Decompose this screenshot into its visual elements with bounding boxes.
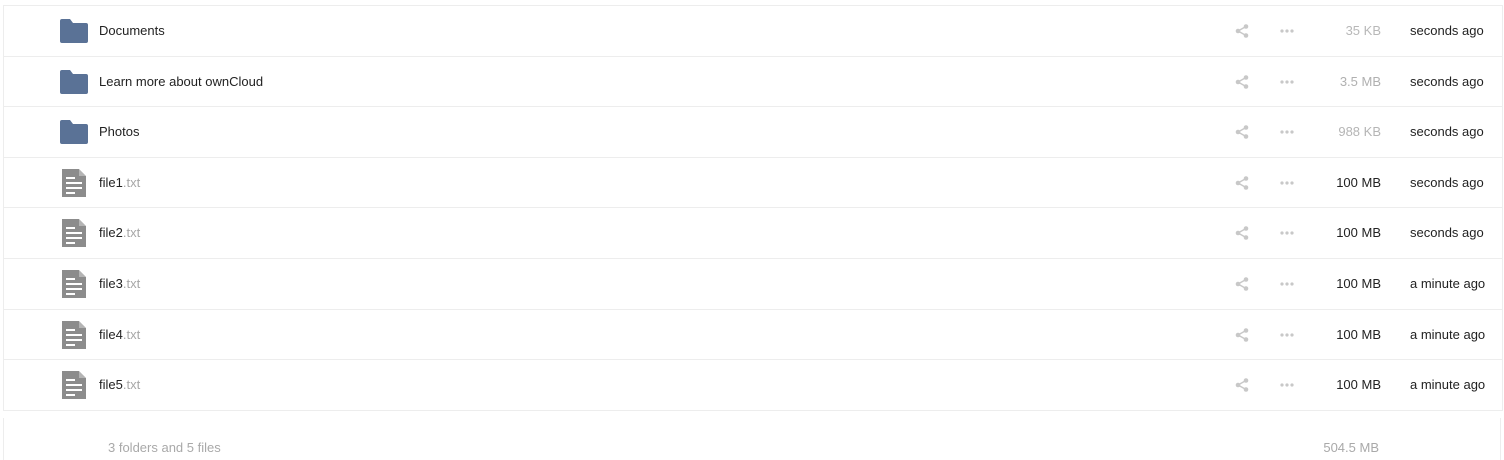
file-modified-date: seconds ago <box>1410 124 1484 140</box>
file-modified-date: a minute ago <box>1410 377 1486 393</box>
file-name-link[interactable]: file5.txt <box>99 360 140 410</box>
share-icon[interactable] <box>1230 360 1254 410</box>
share-icon[interactable] <box>1230 158 1254 208</box>
file-size: 100 MB <box>1336 377 1381 393</box>
more-dots-icon[interactable] <box>1275 208 1299 258</box>
file-name-base: file5 <box>99 377 123 393</box>
share-icon[interactable] <box>1230 6 1254 56</box>
file-size: 100 MB <box>1336 326 1381 342</box>
file-modified-date: seconds ago <box>1410 174 1484 190</box>
share-icon[interactable] <box>1230 57 1254 107</box>
file-modified-date: a minute ago <box>1410 326 1486 342</box>
file-size: 3.5 MB <box>1339 73 1381 89</box>
file-name-link[interactable]: file1.txt <box>99 158 140 208</box>
folder-row[interactable]: Photos 988 KB seconds ago <box>4 107 1502 158</box>
folder-icon[interactable] <box>59 17 89 45</box>
file-list-summary: 3 folders and 5 files 504.5 MB <box>3 418 1501 460</box>
file-size: 100 MB <box>1336 225 1381 241</box>
file-name-base: file3 <box>99 275 123 291</box>
share-icon[interactable] <box>1230 107 1254 157</box>
file-row[interactable]: file4.txt 100 MB a minute ago <box>4 310 1502 361</box>
file-row[interactable]: file2.txt 100 MB seconds ago <box>4 208 1502 259</box>
file-size: 35 KB <box>1345 23 1381 38</box>
folder-icon[interactable] <box>59 118 89 146</box>
file-modified-date: seconds ago <box>1410 23 1484 38</box>
more-dots-icon[interactable] <box>1275 107 1299 157</box>
more-dots-icon[interactable] <box>1275 57 1299 107</box>
file-name-extension: .txt <box>122 275 141 291</box>
file-name-base: Documents <box>99 23 165 38</box>
file-name-base: file4 <box>99 326 123 342</box>
file-name-link[interactable]: file3.txt <box>99 259 140 309</box>
folder-icon[interactable] <box>59 68 89 96</box>
share-icon[interactable] <box>1230 259 1254 309</box>
folder-row[interactable]: Learn more about ownCloud 3.5 MB seconds a… <box>4 57 1502 108</box>
file-name-extension: .txt <box>122 326 141 342</box>
more-dots-icon[interactable] <box>1275 259 1299 309</box>
file-list: Documents 35 KB seconds ago Learn more abou… <box>3 5 1503 411</box>
share-icon[interactable] <box>1230 310 1254 360</box>
file-row[interactable]: file1.txt 100 MB seconds ago <box>4 158 1502 209</box>
file-name-link[interactable]: file2.txt <box>99 208 140 258</box>
more-dots-icon[interactable] <box>1275 158 1299 208</box>
file-modified-date: seconds ago <box>1410 225 1484 241</box>
file-name-base: file1 <box>99 174 123 190</box>
file-size: 100 MB <box>1336 275 1381 291</box>
summary-total-size: 504.5 MB <box>1323 440 1379 455</box>
file-name-link[interactable]: Learn more about ownCloud <box>99 57 263 107</box>
text-file-icon[interactable] <box>59 320 89 349</box>
share-icon[interactable] <box>1230 208 1254 258</box>
file-row[interactable]: file3.txt 100 MB a minute ago <box>4 259 1502 310</box>
file-name-link[interactable]: file4.txt <box>99 310 140 360</box>
more-dots-icon[interactable] <box>1275 6 1299 56</box>
file-name-base: file2 <box>99 225 123 241</box>
summary-info: 3 folders and 5 files <box>108 440 221 455</box>
text-file-icon[interactable] <box>59 219 89 248</box>
file-modified-date: seconds ago <box>1410 73 1484 89</box>
folder-row[interactable]: Documents 35 KB seconds ago <box>4 6 1502 57</box>
file-name-extension: .txt <box>122 174 141 190</box>
file-modified-date: a minute ago <box>1410 275 1486 291</box>
more-dots-icon[interactable] <box>1275 360 1299 410</box>
file-size: 988 KB <box>1338 124 1381 140</box>
file-name-base: Photos <box>99 124 140 140</box>
file-name-link[interactable]: Documents <box>99 6 165 56</box>
text-file-icon[interactable] <box>59 371 89 400</box>
file-name-base: Learn more about ownCloud <box>99 73 264 89</box>
text-file-icon[interactable] <box>59 168 89 197</box>
text-file-icon[interactable] <box>59 269 89 298</box>
file-row[interactable]: file5.txt 100 MB a minute ago <box>4 360 1502 411</box>
file-size: 100 MB <box>1336 174 1381 190</box>
file-name-extension: .txt <box>122 377 141 393</box>
file-name-link[interactable]: Photos <box>99 107 139 157</box>
more-dots-icon[interactable] <box>1275 310 1299 360</box>
file-name-extension: .txt <box>122 225 141 241</box>
